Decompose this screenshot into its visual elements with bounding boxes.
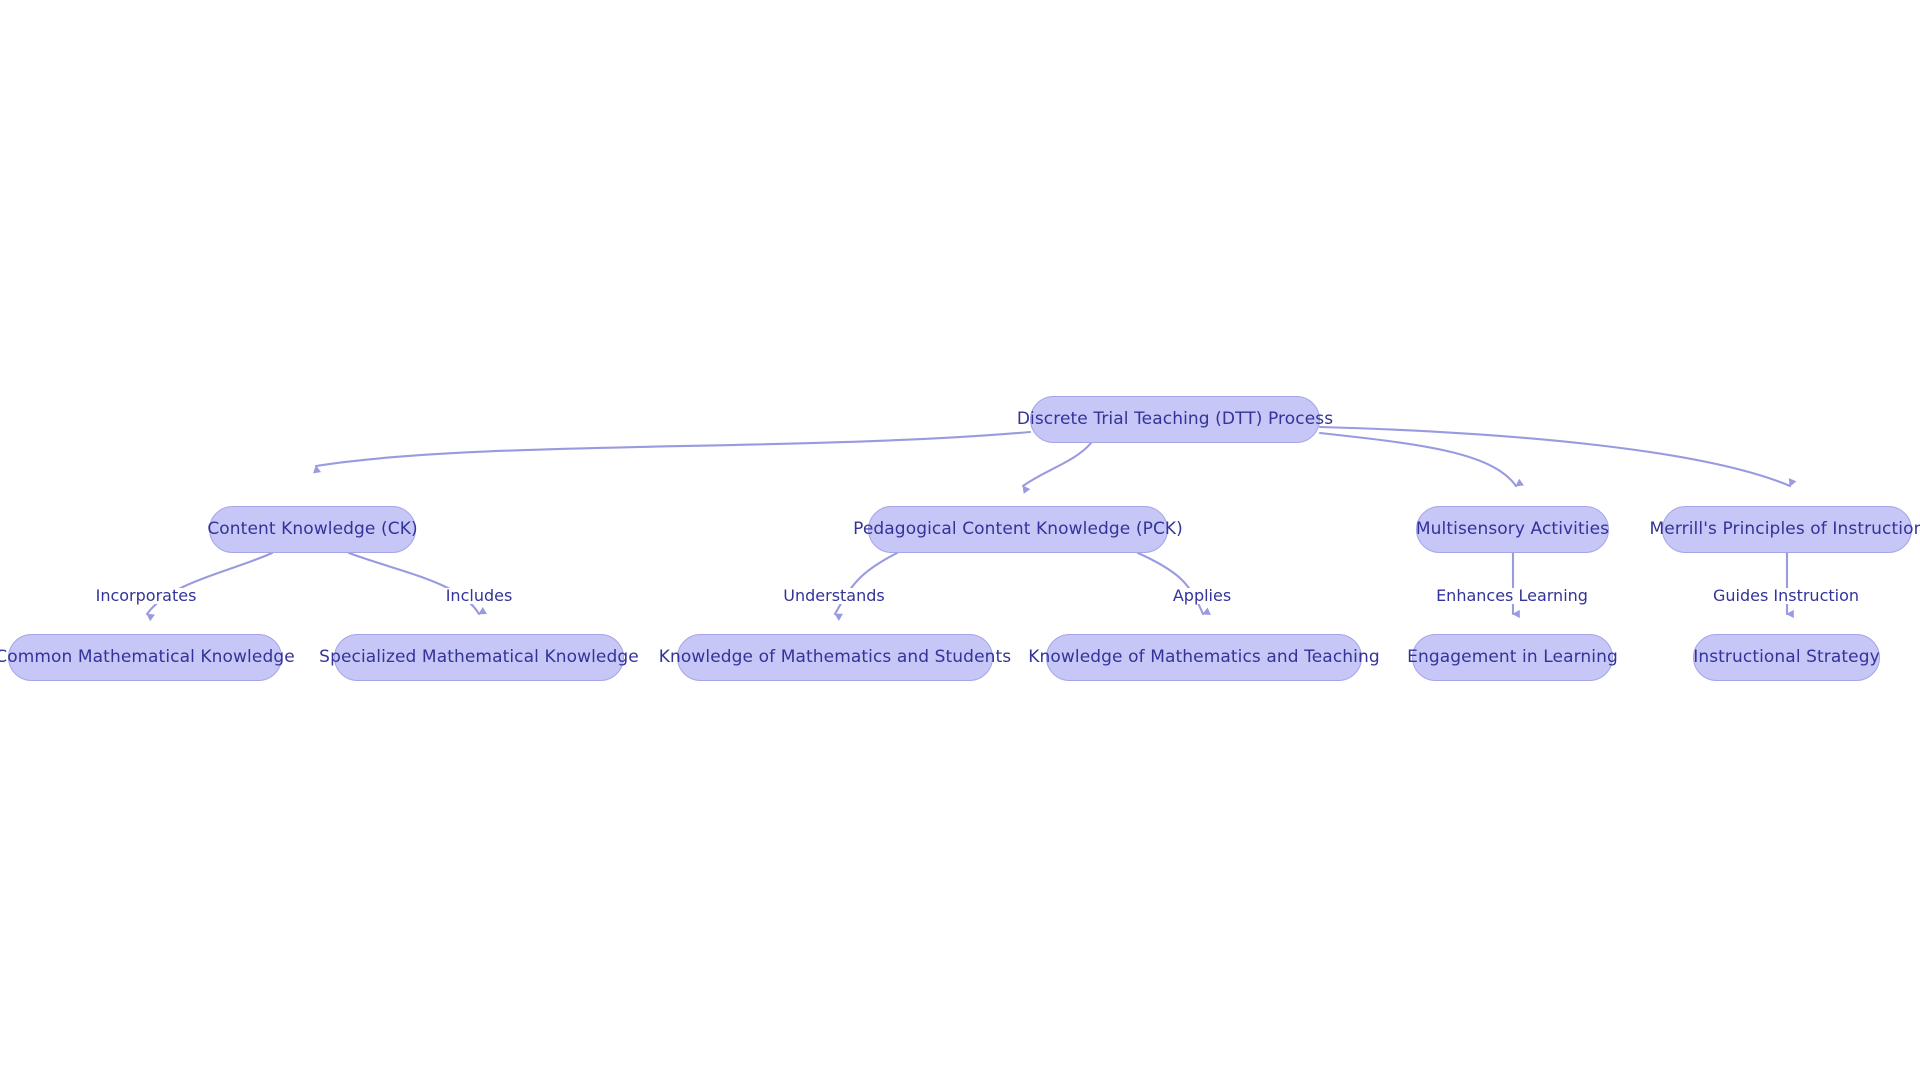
- edge-label-e-pck-kms: Understands: [780, 588, 888, 604]
- flowchart-node-root[interactable]: Discrete Trial Teaching (DTT) Process: [1017, 396, 1333, 443]
- node-label: Knowledge of Mathematics and Students: [658, 647, 1012, 667]
- node-label: Common Mathematical Knowledge: [0, 647, 295, 667]
- edge-label-e-multisensory-eng: Enhances Learning: [1433, 588, 1591, 604]
- flowchart-node-kmt[interactable]: Knowledge of Mathematics and Teaching: [1028, 634, 1380, 681]
- flowchart-node-engagement[interactable]: Engagement in Learning: [1407, 634, 1618, 681]
- node-label: Engagement in Learning: [1407, 647, 1618, 667]
- node-label: Knowledge of Mathematics and Teaching: [1028, 647, 1380, 667]
- flowchart-node-ck[interactable]: Content Knowledge (CK): [207, 506, 418, 553]
- flowchart-canvas: Discrete Trial Teaching (DTT) Process Con…: [0, 0, 1920, 1080]
- flowchart-node-strategy[interactable]: Instructional Strategy: [1693, 634, 1880, 681]
- node-label: Specialized Mathematical Knowledge: [319, 647, 639, 667]
- flowchart-node-merrill[interactable]: Merrill's Principles of Instruction: [1650, 506, 1920, 553]
- node-label: Discrete Trial Teaching (DTT) Process: [1016, 409, 1334, 429]
- node-label: Content Knowledge (CK): [207, 519, 418, 539]
- node-label: Multisensory Activities: [1415, 519, 1610, 539]
- edge-label-e-merrill-strategy: Guides Instruction: [1709, 588, 1863, 604]
- edge-label-e-ck-cmk: Incorporates: [92, 588, 200, 604]
- flowchart-node-kms[interactable]: Knowledge of Mathematics and Students: [659, 634, 1011, 681]
- flowchart-node-smk[interactable]: Specialized Mathematical Knowledge: [319, 634, 639, 681]
- edge-label-e-ck-smk: Includes: [442, 588, 516, 604]
- node-label: Pedagogical Content Knowledge (PCK): [853, 519, 1183, 539]
- node-label: Merrill's Principles of Instruction: [1649, 519, 1920, 539]
- flowchart-node-pck[interactable]: Pedagogical Content Knowledge (PCK): [853, 506, 1183, 553]
- node-label: Instructional Strategy: [1693, 647, 1880, 667]
- node-layer: Discrete Trial Teaching (DTT) Process Con…: [0, 0, 1920, 1080]
- edge-label-e-pck-kmt: Applies: [1169, 588, 1235, 604]
- flowchart-node-cmk[interactable]: Common Mathematical Knowledge: [0, 634, 295, 681]
- flowchart-node-multisensory[interactable]: Multisensory Activities: [1416, 506, 1609, 553]
